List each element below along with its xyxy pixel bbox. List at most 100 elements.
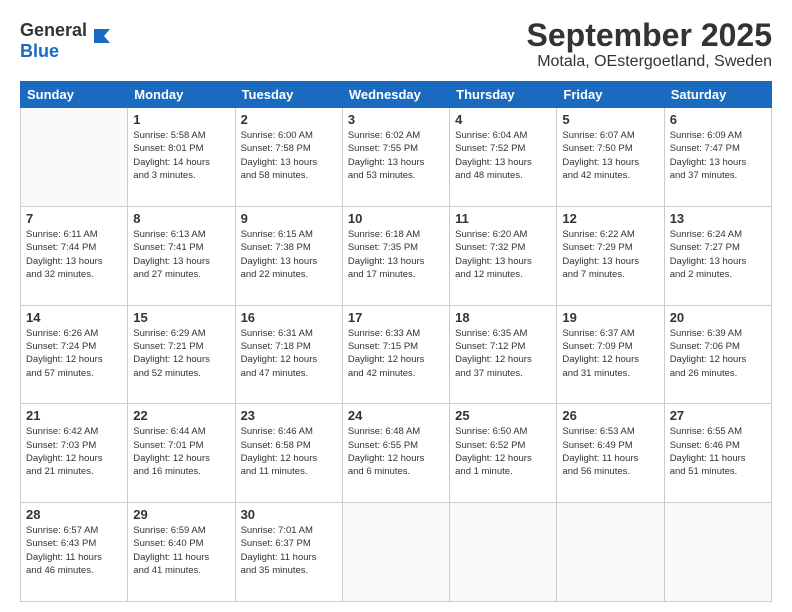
table-row: 3 Sunrise: 6:02 AM Sunset: 7:55 PM Daylig… [342,108,449,207]
day-info: Sunrise: 6:22 AM Sunset: 7:29 PM Dayligh… [562,228,658,281]
day-info: Sunrise: 6:46 AM Sunset: 6:58 PM Dayligh… [241,425,337,478]
calendar-week-row: 7 Sunrise: 6:11 AM Sunset: 7:44 PM Daylig… [21,206,772,305]
table-row: 25 Sunrise: 6:50 AM Sunset: 6:52 PM Dayli… [450,404,557,503]
table-row: 20 Sunrise: 6:39 AM Sunset: 7:06 PM Dayli… [664,305,771,404]
day-info: Sunrise: 6:53 AM Sunset: 6:49 PM Dayligh… [562,425,658,478]
table-row: 13 Sunrise: 6:24 AM Sunset: 7:27 PM Dayli… [664,206,771,305]
col-monday: Monday [128,82,235,108]
day-info: Sunrise: 6:11 AM Sunset: 7:44 PM Dayligh… [26,228,122,281]
day-number: 26 [562,408,658,423]
day-number: 24 [348,408,444,423]
table-row: 22 Sunrise: 6:44 AM Sunset: 7:01 PM Dayli… [128,404,235,503]
table-row: 7 Sunrise: 6:11 AM Sunset: 7:44 PM Daylig… [21,206,128,305]
day-info: Sunrise: 6:50 AM Sunset: 6:52 PM Dayligh… [455,425,551,478]
logo-flag-icon [90,25,112,47]
day-number: 2 [241,112,337,127]
day-number: 15 [133,310,229,325]
day-number: 21 [26,408,122,423]
day-info: Sunrise: 6:04 AM Sunset: 7:52 PM Dayligh… [455,129,551,182]
day-number: 14 [26,310,122,325]
table-row [450,503,557,602]
calendar-week-row: 21 Sunrise: 6:42 AM Sunset: 7:03 PM Dayli… [21,404,772,503]
calendar-table: Sunday Monday Tuesday Wednesday Thursday… [20,81,772,602]
col-saturday: Saturday [664,82,771,108]
table-row [342,503,449,602]
table-row: 8Sunrise: 6:13 AM Sunset: 7:41 PM Daylig… [128,206,235,305]
day-info: Sunrise: 6:13 AM Sunset: 7:41 PM Dayligh… [133,228,229,281]
table-row: 27 Sunrise: 6:55 AM Sunset: 6:46 PM Dayli… [664,404,771,503]
day-number: 16 [241,310,337,325]
day-number: 22 [133,408,229,423]
day-info: Sunrise: 6:02 AM Sunset: 7:55 PM Dayligh… [348,129,444,182]
table-row: 28 Sunrise: 6:57 AM Sunset: 6:43 PM Dayli… [21,503,128,602]
page: General Blue September 2025 Motala, OEst… [0,0,792,612]
day-info: Sunrise: 6:20 AM Sunset: 7:32 PM Dayligh… [455,228,551,281]
day-number: 17 [348,310,444,325]
day-info: Sunrise: 6:07 AM Sunset: 7:50 PM Dayligh… [562,129,658,182]
day-number: 29 [133,507,229,522]
day-info: Sunrise: 6:44 AM Sunset: 7:01 PM Dayligh… [133,425,229,478]
day-number: 11 [455,211,551,226]
day-number: 7 [26,211,122,226]
table-row: 9 Sunrise: 6:15 AM Sunset: 7:38 PM Daylig… [235,206,342,305]
table-row [664,503,771,602]
logo-general: General [20,20,87,41]
day-number: 23 [241,408,337,423]
day-number: 13 [670,211,766,226]
day-number: 4 [455,112,551,127]
table-row: 17 Sunrise: 6:33 AM Sunset: 7:15 PM Dayli… [342,305,449,404]
day-number: 3 [348,112,444,127]
calendar-header-row: Sunday Monday Tuesday Wednesday Thursday… [21,82,772,108]
day-number: 18 [455,310,551,325]
day-info: Sunrise: 6:26 AM Sunset: 7:24 PM Dayligh… [26,327,122,380]
day-number: 20 [670,310,766,325]
day-info: Sunrise: 6:24 AM Sunset: 7:27 PM Dayligh… [670,228,766,281]
table-row: 1Sunrise: 5:58 AM Sunset: 8:01 PM Daylig… [128,108,235,207]
table-row: 16 Sunrise: 6:31 AM Sunset: 7:18 PM Dayli… [235,305,342,404]
calendar-week-row: 14 Sunrise: 6:26 AM Sunset: 7:24 PM Dayli… [21,305,772,404]
day-info: Sunrise: 6:35 AM Sunset: 7:12 PM Dayligh… [455,327,551,380]
table-row: 6 Sunrise: 6:09 AM Sunset: 7:47 PM Daylig… [664,108,771,207]
table-row: 21 Sunrise: 6:42 AM Sunset: 7:03 PM Dayli… [21,404,128,503]
day-info: Sunrise: 6:31 AM Sunset: 7:18 PM Dayligh… [241,327,337,380]
header: General Blue September 2025 Motala, OEst… [20,18,772,71]
table-row: 4 Sunrise: 6:04 AM Sunset: 7:52 PM Daylig… [450,108,557,207]
day-number: 6 [670,112,766,127]
day-info: Sunrise: 6:55 AM Sunset: 6:46 PM Dayligh… [670,425,766,478]
table-row: 19Sunrise: 6:37 AM Sunset: 7:09 PM Dayli… [557,305,664,404]
col-wednesday: Wednesday [342,82,449,108]
table-row: 14 Sunrise: 6:26 AM Sunset: 7:24 PM Dayli… [21,305,128,404]
table-row: 23 Sunrise: 6:46 AM Sunset: 6:58 PM Dayli… [235,404,342,503]
day-info: Sunrise: 6:18 AM Sunset: 7:35 PM Dayligh… [348,228,444,281]
calendar-week-row: 1Sunrise: 5:58 AM Sunset: 8:01 PM Daylig… [21,108,772,207]
table-row: 15 Sunrise: 6:29 AM Sunset: 7:21 PM Dayli… [128,305,235,404]
day-number: 25 [455,408,551,423]
day-number: 10 [348,211,444,226]
day-info: Sunrise: 6:33 AM Sunset: 7:15 PM Dayligh… [348,327,444,380]
day-info: Sunrise: 6:48 AM Sunset: 6:55 PM Dayligh… [348,425,444,478]
day-info: Sunrise: 6:29 AM Sunset: 7:21 PM Dayligh… [133,327,229,380]
table-row: 29Sunrise: 6:59 AM Sunset: 6:40 PM Dayli… [128,503,235,602]
day-info: Sunrise: 6:39 AM Sunset: 7:06 PM Dayligh… [670,327,766,380]
day-info: Sunrise: 6:09 AM Sunset: 7:47 PM Dayligh… [670,129,766,182]
day-info: Sunrise: 6:42 AM Sunset: 7:03 PM Dayligh… [26,425,122,478]
day-info: Sunrise: 6:15 AM Sunset: 7:38 PM Dayligh… [241,228,337,281]
day-number: 19 [562,310,658,325]
table-row: 26 Sunrise: 6:53 AM Sunset: 6:49 PM Dayli… [557,404,664,503]
calendar-title: September 2025 [527,18,772,53]
day-info: Sunrise: 7:01 AM Sunset: 6:37 PM Dayligh… [241,524,337,577]
day-number: 28 [26,507,122,522]
day-number: 9 [241,211,337,226]
table-row [21,108,128,207]
col-thursday: Thursday [450,82,557,108]
day-number: 12 [562,211,658,226]
day-number: 27 [670,408,766,423]
table-row [557,503,664,602]
day-number: 5 [562,112,658,127]
day-number: 30 [241,507,337,522]
col-tuesday: Tuesday [235,82,342,108]
day-info: Sunrise: 6:57 AM Sunset: 6:43 PM Dayligh… [26,524,122,577]
day-info: Sunrise: 5:58 AM Sunset: 8:01 PM Dayligh… [133,129,229,182]
col-sunday: Sunday [21,82,128,108]
calendar-subtitle: Motala, OEstergoetland, Sweden [527,53,772,71]
